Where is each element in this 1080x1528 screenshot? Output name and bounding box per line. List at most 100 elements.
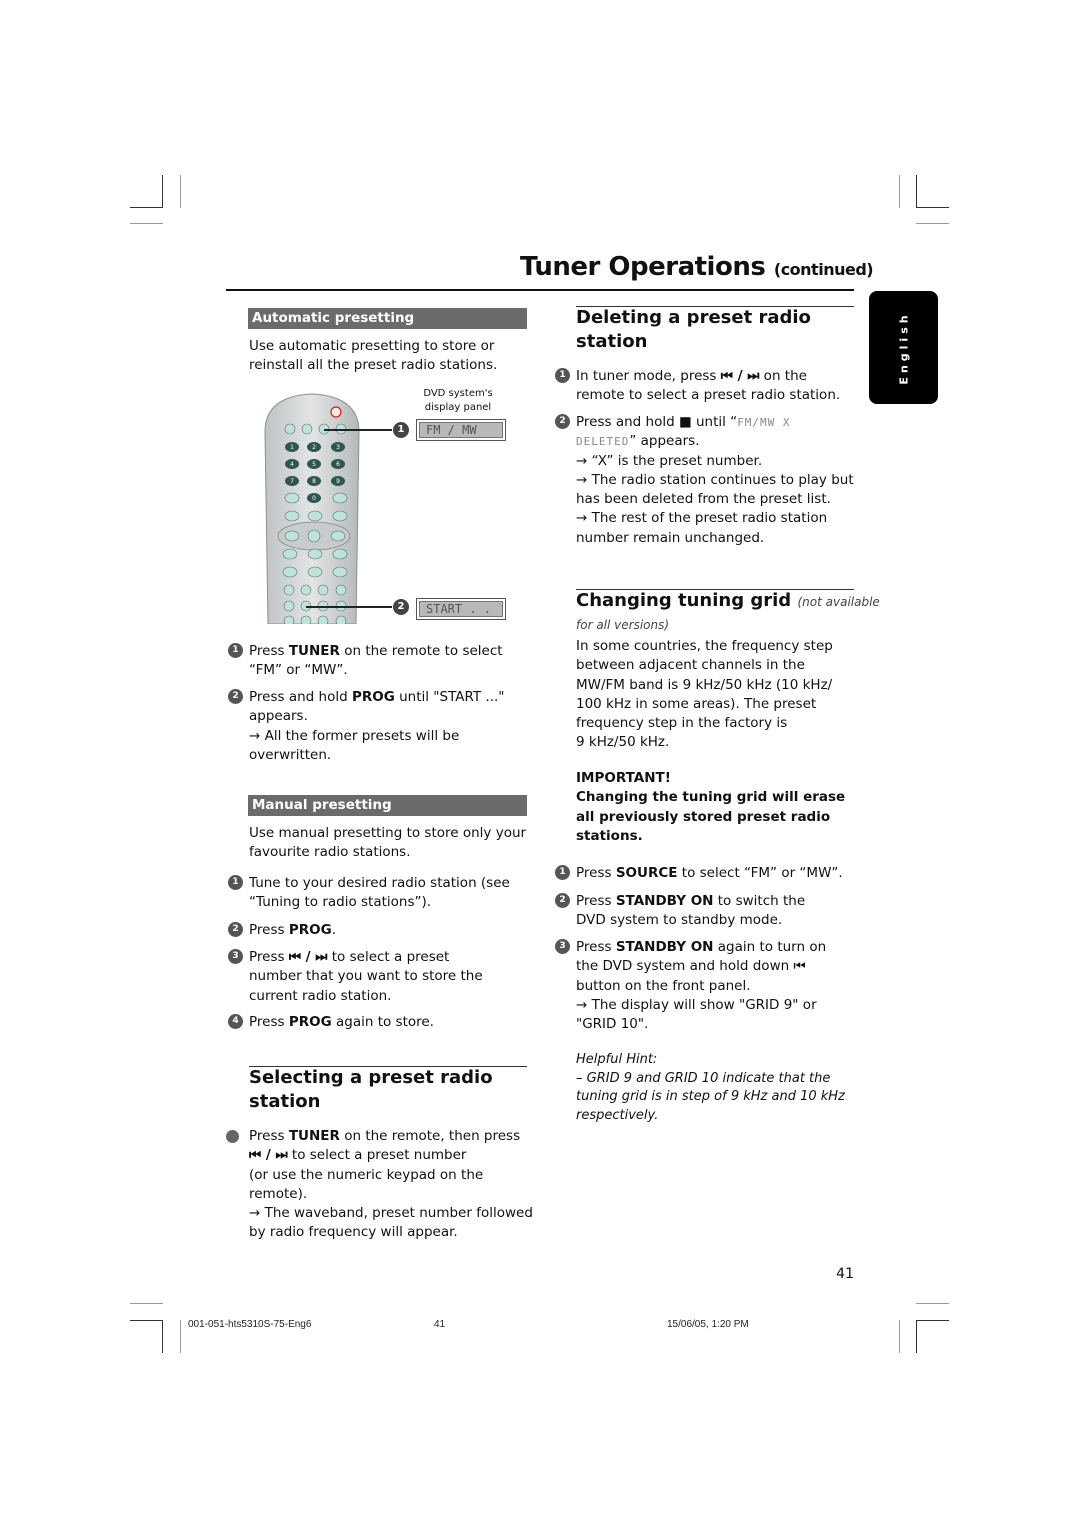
text-line: favourite radio stations. [249,844,411,861]
language-tab-label-wrap: English [869,291,938,404]
grid-step-3: Press STANDBY ON again to turn on the DV… [576,938,826,1034]
text-line: remote to select a preset radio station. [576,387,841,404]
key-label: PROG [288,922,332,938]
section-heading-deleting: Deleting a preset radio station [576,306,811,354]
text-line: “Tuning to radio stations”). [249,894,432,911]
step-number: 3 [555,939,570,954]
step-number: 2 [555,414,570,429]
result-line: "GRID 10". [576,1016,649,1033]
text-line: MW/FM band is 9 kHz/50 kHz (10 kHz/ [576,676,833,693]
page-number: 41 [836,1266,854,1282]
footer-file: 001-051-hts5310S-75-Eng6 [188,1319,312,1330]
hint-line: tuning grid is in step of 9 kHz and 10 k… [576,1089,845,1104]
lcd-text: FM/MW X [737,416,791,429]
text-line: Use automatic presetting to store or [249,338,495,354]
svg-text:5: 5 [312,461,316,468]
key-label: PROG [351,689,395,705]
page-title-suffix: (continued) [773,260,874,279]
svg-text:8: 8 [312,478,316,485]
crop-mark [130,1303,163,1304]
step-number: 1 [228,643,243,658]
key-label: STANDBY ON [615,939,714,955]
step-number: 1 [555,368,570,383]
text: to select “FM” or “MW”. [677,865,843,881]
text-line: “FM” or “MW”. [249,662,348,679]
text: Press [249,949,289,965]
svg-text:6: 6 [336,461,340,468]
heading-line: Selecting a preset radio [249,1067,493,1088]
display-button [284,510,300,522]
crop-mark [916,175,917,208]
step-number: 4 [228,1014,243,1029]
text-line: number that you want to store the [249,968,483,985]
result-line: overwritten. [249,746,332,763]
result-line: → The waveband, preset number followed [249,1205,533,1222]
text-line: 9 kHz/50 kHz. [576,734,670,751]
display-text-2: START . . [419,601,503,617]
result-line: → All the former presets will be [249,727,460,744]
section-heading-manual-presetting: Manual presetting [248,795,527,816]
tuning-grid-body: In some countries, the frequency step be… [576,637,833,753]
crop-mark [899,1320,900,1353]
text: Press [576,939,616,955]
display-panel-2: START . . [416,598,506,620]
caption-line: display panel [424,402,492,413]
crop-mark [899,175,900,208]
crop-mark [916,1303,949,1304]
helpful-hint: Helpful Hint: – GRID 9 and GRID 10 indic… [576,1051,845,1125]
panel-caption: DVD system's display panel [410,387,506,415]
page-title: Tuner Operations (continued) [520,252,874,282]
manual-step-1: Tune to your desired radio station (see … [249,874,510,913]
crop-mark [130,223,163,224]
hint-title: Helpful Hint: [576,1052,658,1067]
crop-mark [916,207,949,208]
power-button-icon [330,406,342,418]
text-line: frequency step in the factory is [576,715,788,732]
text: to select a preset [327,949,450,965]
remote-control-illustration: 1 2 3 4 5 6 7 8 9 0 [264,393,360,624]
text-line: between adjacent channels in the [576,657,805,674]
hint-line: – GRID 9 and GRID 10 indicate that the [576,1070,831,1086]
svg-text:7: 7 [290,478,294,485]
footer-timestamp: 15/06/05, 1:20 PM [667,1319,749,1330]
text-line: stations. [576,827,643,844]
text: on the remote, then press [339,1128,521,1144]
play-button [307,566,323,578]
display-panel-1: FM / MW [416,419,506,441]
hint-line: respectively. [576,1107,659,1123]
callout-line-1 [324,429,392,431]
step-number: 3 [228,949,243,964]
left-button [284,530,300,542]
crop-mark [180,1320,181,1353]
text: Press [249,1014,289,1030]
svg-text:4: 4 [290,461,294,468]
auto-step-2: Press and hold PROG until "START ..." ap… [249,688,505,765]
availability-note-cont: for all versions) [576,618,670,632]
bullet-icon [226,1130,239,1143]
svg-text:0: 0 [312,495,316,502]
result-line: → The rest of the preset radio station [576,510,828,527]
vol-up-button [332,492,348,504]
key-label: PROG [288,1014,332,1030]
text: Press [249,643,289,659]
text-line: remote). [249,1185,308,1202]
down-button [307,548,323,560]
text: Press [576,865,616,881]
key-label: STANDBY ON [615,893,714,909]
crop-mark [916,1320,949,1321]
text-line: the DVD system and hold down ⏮ [576,958,806,975]
callout-2: 2 [393,599,409,615]
page-title-text: Tuner Operations [520,252,766,282]
step-number: 2 [555,893,570,908]
heading-line: station [249,1091,321,1112]
svg-text:9: 9 [336,478,340,485]
result-line: → “X” is the preset number. [576,452,763,469]
crop-mark [180,175,181,208]
text-line: (or use the numeric keypad on the [249,1166,484,1183]
text: to switch the [713,893,806,909]
manual-step-4: Press PROG again to store. [249,1013,434,1032]
section-heading-automatic-presetting: Automatic presetting [248,308,527,329]
crop-mark [130,207,163,208]
section-heading-tuning-grid: Changing tuning grid (not available [576,589,880,614]
prev-button [282,548,298,560]
